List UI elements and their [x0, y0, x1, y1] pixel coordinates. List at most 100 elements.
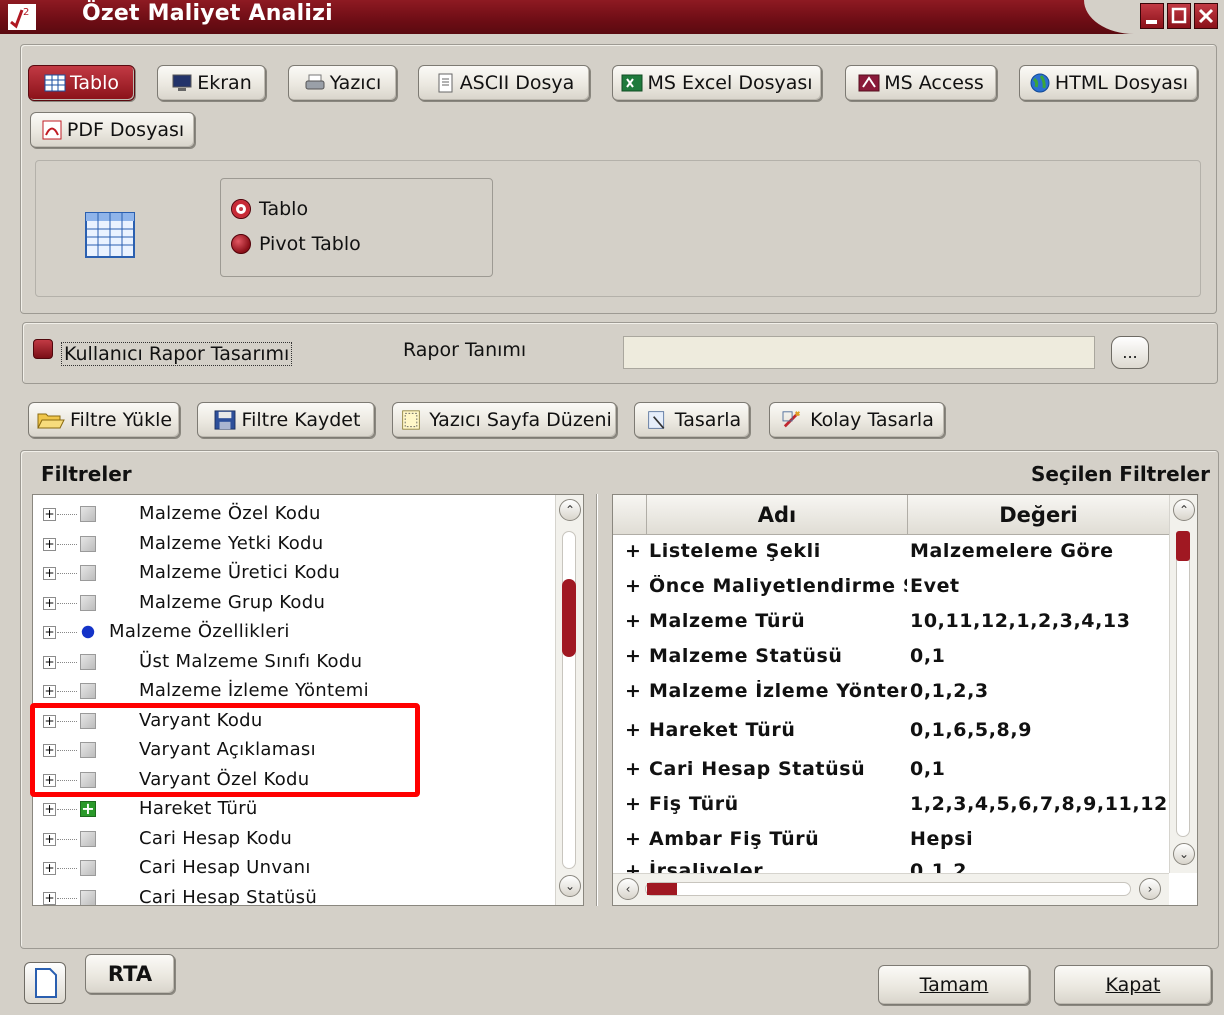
checkbox[interactable] [80, 860, 96, 876]
tree-item[interactable]: + Üst Malzeme Sınıfı Kodu [33, 649, 553, 675]
scroll-track[interactable] [645, 882, 1131, 896]
save-filter-button[interactable]: Filtre Kaydet [197, 402, 375, 438]
expand-icon[interactable]: + [43, 567, 56, 580]
radio-tablo[interactable]: Tablo [231, 198, 308, 220]
tree-vertical-scrollbar[interactable]: ⌃ ⌄ [555, 495, 583, 905]
expand-icon[interactable]: + [43, 597, 56, 610]
scroll-up-icon[interactable]: ⌃ [1173, 499, 1195, 521]
tab-html-label: HTML Dosyası [1054, 72, 1189, 94]
tab-ekran[interactable]: Ekran [157, 65, 266, 101]
close-button[interactable] [1194, 3, 1218, 29]
new-page-button[interactable] [24, 962, 66, 1004]
tree-item-label: Malzeme Özellikleri [109, 621, 290, 642]
tab-ascii-dosya[interactable]: ASCII Dosya [418, 65, 590, 101]
filters-tree: + Malzeme Özel Kodu + Malzeme Yetki Kodu… [32, 494, 584, 906]
column-header-name[interactable]: Adı [647, 495, 908, 535]
scroll-thumb[interactable] [1176, 531, 1190, 561]
browse-report-button[interactable]: ... [1111, 336, 1149, 369]
grid-vertical-scrollbar[interactable]: ⌃ ⌄ [1169, 495, 1197, 873]
tree-item-label: Malzeme İzleme Yöntemi [139, 680, 369, 701]
rta-button[interactable]: RTA [85, 954, 175, 994]
design-button[interactable]: Tasarla [634, 402, 750, 438]
minimize-button[interactable] [1140, 3, 1164, 29]
tab-html-dosyasi[interactable]: HTML Dosyası [1019, 65, 1198, 101]
tree-item[interactable]: + Malzeme Üretici Kodu [33, 560, 553, 586]
monitor-icon [172, 74, 192, 91]
expand-icon[interactable]: + [43, 538, 56, 551]
diamond-icon [81, 625, 95, 639]
scroll-track[interactable] [1176, 531, 1190, 837]
tree-item[interactable]: + Malzeme Özel Kodu [33, 501, 553, 527]
scroll-thumb[interactable] [647, 883, 677, 895]
added-plus-icon[interactable]: + [80, 801, 96, 817]
checkbox[interactable] [80, 536, 96, 552]
expand-icon[interactable]: + [43, 833, 56, 846]
table-row[interactable]: + Malzeme İzleme Yöntem 0,1,2,3 [613, 675, 1169, 710]
table-row[interactable]: + Listeleme Şekli Malzemelere Göre [613, 535, 1169, 570]
checkbox[interactable] [80, 654, 96, 670]
row-name: Cari Hesap Statüsü [649, 758, 866, 780]
tab-ms-access[interactable]: MS Access [845, 65, 997, 101]
expand-icon[interactable]: + [43, 685, 56, 698]
expand-icon[interactable]: + [43, 508, 56, 521]
tab-access-label: MS Access [884, 72, 984, 94]
tree-item[interactable]: + Malzeme Yetki Kodu [33, 531, 553, 557]
table-row[interactable]: +Fiş Türü1,2,3,4,5,6,7,8,9,11,12,13, [613, 788, 1169, 823]
scroll-thumb[interactable] [562, 579, 576, 657]
kapat-button[interactable]: Kapat [1054, 965, 1212, 1005]
tree-item-group[interactable]: + Malzeme Özellikleri [33, 619, 553, 645]
design-icon [648, 411, 665, 429]
page-setup-button[interactable]: Yazıcı Sayfa Düzeni [392, 402, 617, 438]
tab-yazici[interactable]: Yazıcı [288, 65, 397, 101]
ok-button[interactable]: Tamam [878, 965, 1030, 1005]
tree-item[interactable]: + Cari Hesap Statüsü [33, 885, 553, 905]
radio-pivot-tablo[interactable]: Pivot Tablo [231, 233, 361, 255]
scroll-left-icon[interactable]: ‹ [617, 878, 639, 900]
tab-pdf-dosyasi[interactable]: PDF Dosyası [30, 112, 195, 148]
tab-pdf-label: PDF Dosyası [66, 119, 185, 141]
row-value: Hepsi [910, 828, 974, 850]
row-value: Evet [910, 575, 960, 597]
grid-horizontal-scrollbar[interactable]: ‹ › [613, 873, 1169, 905]
checkbox[interactable] [80, 683, 96, 699]
text-file-icon [438, 73, 453, 93]
scroll-down-icon[interactable]: ⌄ [1173, 843, 1195, 865]
expand-icon[interactable]: + [43, 892, 56, 905]
easy-design-button[interactable]: Kolay Tasarla [769, 402, 945, 438]
checkbox[interactable] [80, 831, 96, 847]
tree-item[interactable]: + Cari Hesap Kodu [33, 826, 553, 852]
table-row[interactable]: + Önce Maliyetlendirme Se Evet [613, 570, 1169, 605]
checkbox[interactable] [80, 506, 96, 522]
tree-item[interactable]: + Malzeme Grup Kodu [33, 590, 553, 616]
user-design-checkbox[interactable] [33, 339, 53, 359]
expand-icon[interactable]: + [43, 862, 56, 875]
panel-splitter[interactable] [596, 494, 598, 906]
load-filter-button[interactable]: Filtre Yükle [28, 402, 180, 438]
checkbox[interactable] [80, 595, 96, 611]
row-header-cell [613, 495, 647, 535]
table-row[interactable]: + Cari Hesap Statüsü 0,1 [613, 753, 1169, 788]
checkbox[interactable] [80, 565, 96, 581]
radio-tablo-label: Tablo [259, 198, 309, 220]
scroll-up-icon[interactable]: ⌃ [559, 499, 581, 521]
tree-item[interactable]: + + Hareket Türü [33, 796, 553, 822]
table-icon [44, 74, 66, 92]
checkbox[interactable] [80, 890, 96, 905]
tab-tablo[interactable]: Tablo [28, 65, 135, 101]
tab-ms-excel[interactable]: MS Excel Dosyası [612, 65, 822, 101]
expand-icon[interactable]: + [43, 626, 56, 639]
report-definition-input[interactable] [623, 336, 1095, 369]
table-row[interactable]: + Hareket Türü 0,1,6,5,8,9 [613, 714, 1169, 749]
expand-icon[interactable]: + [43, 656, 56, 669]
expand-icon[interactable]: + [43, 803, 56, 816]
column-header-value[interactable]: Değeri [908, 495, 1170, 535]
tree-item[interactable]: + Cari Hesap Unvanı [33, 855, 553, 881]
scroll-right-icon[interactable]: › [1139, 878, 1161, 900]
tree-item[interactable]: + Malzeme İzleme Yöntemi [33, 678, 553, 704]
maximize-button[interactable] [1167, 3, 1191, 29]
table-row[interactable]: + İrsaliyeler 0,1,2 [613, 855, 1169, 873]
table-row[interactable]: + Ambar Fiş Türü Hepsi [613, 823, 1169, 858]
table-row[interactable]: + Malzeme Türü 10,11,12,1,2,3,4,13 [613, 605, 1169, 640]
scroll-down-icon[interactable]: ⌄ [559, 875, 581, 897]
table-row[interactable]: + Malzeme Statüsü 0,1 [613, 640, 1169, 675]
